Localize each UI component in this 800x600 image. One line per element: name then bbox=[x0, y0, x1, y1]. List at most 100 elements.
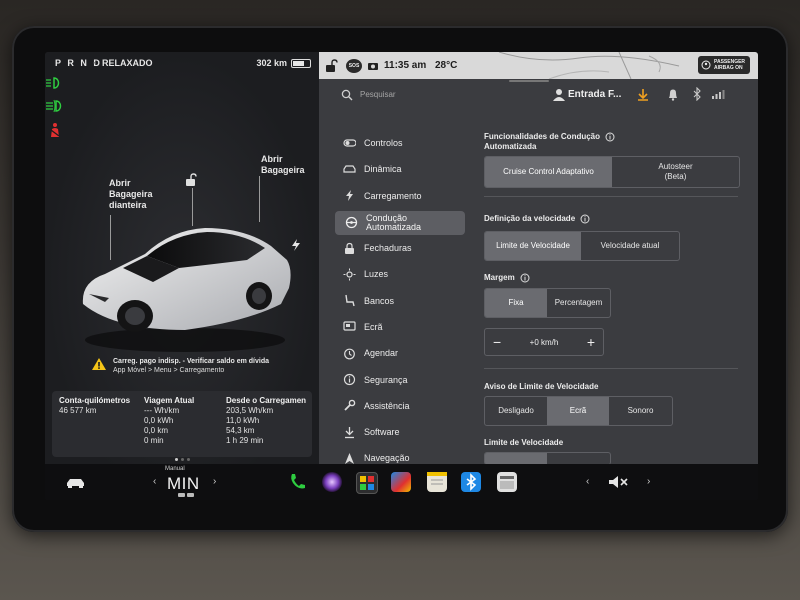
features-selector[interactable]: Cruise Control Adaptativo Autosteer (Bet… bbox=[484, 156, 740, 188]
car-menu-icon[interactable] bbox=[65, 476, 87, 489]
pager-dot bbox=[181, 458, 184, 461]
notepad-lines-icon bbox=[427, 472, 447, 485]
option-audible[interactable]: Sonoro bbox=[609, 397, 672, 425]
option-label: Velocidade atual bbox=[600, 241, 660, 250]
volume-muted-icon[interactable] bbox=[607, 475, 629, 489]
option-autosteer[interactable]: Autosteer (Beta) bbox=[612, 157, 739, 187]
sidebar-item-fechaduras[interactable]: Fechaduras bbox=[333, 235, 465, 261]
open-frunk-label: Abrir Bagageira dianteira bbox=[109, 178, 153, 210]
media-player-icon[interactable] bbox=[322, 472, 342, 492]
option-fixed[interactable]: Fixa bbox=[485, 289, 547, 317]
sidebar-item-software[interactable]: Software bbox=[333, 419, 465, 445]
section-limit-warning: Aviso de Limite de Velocidade bbox=[484, 382, 598, 392]
speed-definition-selector[interactable]: Limite de Velocidade Velocidade atual bbox=[484, 231, 680, 261]
bluetooth-status-icon[interactable] bbox=[692, 87, 702, 101]
limit-warning-selector[interactable]: Desligado Ecrã Sonoro bbox=[484, 396, 673, 426]
passenger-airbag-indicator: PASSENGER AIRBAG ON bbox=[698, 56, 750, 74]
seat-heater-icon bbox=[178, 493, 194, 497]
option-label: Autosteer (Beta) bbox=[658, 162, 693, 181]
range-indicator: 302 km bbox=[256, 58, 311, 68]
open-frunk-button[interactable]: Abrir Bagageira dianteira bbox=[109, 178, 153, 211]
sidebar-item-ecra[interactable]: Ecrã bbox=[333, 314, 465, 340]
sidebar-item-agendar[interactable]: Agendar bbox=[333, 340, 465, 366]
download-update-icon[interactable] bbox=[637, 88, 649, 101]
outside-temperature: 28°C bbox=[435, 60, 458, 71]
download-icon bbox=[345, 426, 354, 438]
sidebar-item-label: Controlos bbox=[364, 138, 403, 149]
volume-up-chevron[interactable]: › bbox=[647, 476, 650, 487]
sidebar-item-label: Dinâmica bbox=[364, 164, 402, 175]
phone-icon[interactable] bbox=[288, 472, 306, 492]
sidebar-item-label: Software bbox=[364, 427, 400, 438]
section-speed-definition: Definição da velocidade bbox=[484, 214, 590, 224]
sun-icon bbox=[343, 268, 356, 281]
since-charge-value: 203,5 Wh/km bbox=[226, 406, 274, 415]
sidebar-item-carregamento[interactable]: Carregamento bbox=[333, 183, 465, 209]
calendar-icon[interactable] bbox=[497, 472, 517, 492]
info-icon[interactable] bbox=[605, 132, 615, 142]
user-profile-icon[interactable] bbox=[553, 88, 565, 101]
bolt-icon bbox=[346, 190, 353, 202]
temp-down-chevron[interactable]: ‹ bbox=[153, 476, 156, 487]
screen-icon bbox=[343, 321, 356, 332]
speed-offset-value: +0 km/h bbox=[529, 337, 559, 347]
navigation-icon bbox=[345, 452, 354, 464]
fog-light-icon bbox=[46, 99, 62, 113]
sidebar-item-conducao[interactable]: Condução Automatizada bbox=[335, 210, 465, 235]
sidebar-item-bancos[interactable]: Bancos bbox=[333, 287, 465, 313]
camera-icon[interactable] bbox=[367, 60, 379, 72]
option-cruise-control[interactable]: Cruise Control Adaptativo bbox=[485, 157, 612, 187]
unlock-status-icon[interactable] bbox=[325, 59, 339, 73]
search-input[interactable]: Pesquisar bbox=[360, 90, 396, 99]
toggle-icon bbox=[343, 139, 356, 147]
fan-speed-value[interactable]: MIN bbox=[167, 474, 200, 494]
margin-selector[interactable]: Fixa Percentagem bbox=[484, 288, 611, 318]
increase-button[interactable]: + bbox=[587, 334, 595, 350]
unlock-icon[interactable] bbox=[184, 173, 198, 187]
sidebar-item-label: Segurança bbox=[364, 374, 408, 385]
option-label: Fixa bbox=[508, 298, 524, 307]
toybox-icon[interactable] bbox=[356, 472, 378, 494]
charging-warning[interactable]: Carreg. pago indisp. - Verificar saldo e… bbox=[91, 357, 269, 375]
info-icon[interactable] bbox=[520, 273, 530, 283]
sos-button[interactable]: SOS bbox=[346, 59, 362, 73]
sidebar-item-seguranca[interactable]: Segurança bbox=[333, 366, 465, 392]
bluetooth-app-icon[interactable] bbox=[461, 472, 481, 492]
notepad-icon[interactable] bbox=[427, 472, 447, 492]
navigation-app-icon[interactable] bbox=[391, 472, 411, 492]
car-icon bbox=[343, 165, 356, 173]
info-icon[interactable] bbox=[580, 214, 590, 224]
open-trunk-button[interactable]: Abrir Bagageira bbox=[261, 154, 305, 176]
airbag-icon bbox=[701, 60, 711, 70]
temp-up-chevron[interactable]: › bbox=[213, 476, 216, 487]
sidebar-item-assistencia[interactable]: Assistência bbox=[333, 393, 465, 419]
option-display[interactable]: Ecrã bbox=[547, 397, 609, 425]
clock: 11:35 am bbox=[384, 60, 427, 71]
features-title: Funcionalidades de Condução Automatizada bbox=[484, 132, 601, 151]
sidebar-item-controlos[interactable]: Controlos bbox=[333, 130, 465, 156]
trip-stats-card[interactable]: Conta-quilómetros 46 577 km Viagem Atual… bbox=[52, 391, 312, 457]
card-pager[interactable] bbox=[175, 458, 190, 461]
option-off[interactable]: Desligado bbox=[485, 397, 547, 425]
driver-profile[interactable]: Entrada F... bbox=[568, 89, 621, 100]
option-percentage[interactable]: Percentagem bbox=[547, 289, 610, 317]
car-status-panel: P R N D · RELAXADO 302 km Abrir Bagageir… bbox=[45, 52, 319, 464]
steering-wheel-icon bbox=[345, 217, 358, 229]
open-trunk-label: Abrir Bagageira bbox=[261, 154, 305, 175]
odometer-title: Conta-quilómetros bbox=[59, 396, 131, 405]
search-icon[interactable] bbox=[341, 89, 353, 101]
option-speed-limit[interactable]: Limite de Velocidade bbox=[485, 232, 581, 260]
volume-down-chevron[interactable]: ‹ bbox=[586, 476, 589, 487]
decrease-button[interactable]: − bbox=[493, 334, 501, 350]
drive-mode[interactable]: · RELAXADO bbox=[93, 58, 153, 68]
trip-value: --- Wh/km bbox=[144, 406, 180, 415]
bell-icon[interactable] bbox=[667, 88, 679, 101]
trip-value: 0,0 kWh bbox=[144, 416, 174, 425]
sidebar-item-dinamica[interactable]: Dinâmica bbox=[333, 156, 465, 182]
sidebar-item-label: Condução Automatizada bbox=[366, 212, 422, 232]
info-icon bbox=[343, 373, 356, 386]
option-current-speed[interactable]: Velocidade atual bbox=[581, 232, 679, 260]
status-bar: SOS 11:35 am 28°C PASSENGER AIRBAG ON bbox=[319, 52, 758, 79]
sidebar-item-luzes[interactable]: Luzes bbox=[333, 261, 465, 287]
sos-label: SOS bbox=[348, 63, 360, 69]
